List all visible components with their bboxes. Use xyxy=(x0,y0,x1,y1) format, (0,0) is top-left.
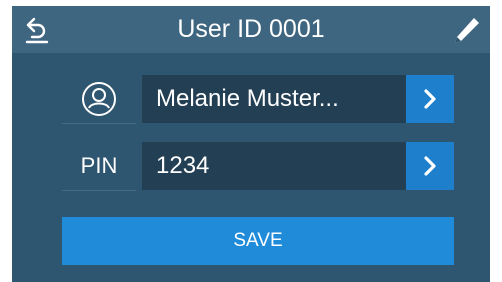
undo-arrow-icon xyxy=(25,17,49,44)
back-button[interactable] xyxy=(22,15,52,45)
pin-field[interactable]: 1234 xyxy=(142,142,406,190)
pencil-icon xyxy=(455,18,479,43)
chevron-right-icon xyxy=(424,156,436,176)
edit-button[interactable] xyxy=(449,14,483,48)
chevron-right-icon xyxy=(424,89,436,109)
user-profile-label xyxy=(62,75,136,124)
edit-name-button[interactable] xyxy=(406,75,454,123)
user-edit-screen: User ID 0001 Melanie Muster... PIN 1234 … xyxy=(12,6,490,282)
edit-pin-button[interactable] xyxy=(406,142,454,190)
user-profile-icon xyxy=(82,82,116,116)
pin-label: PIN xyxy=(62,142,136,191)
header-bar: User ID 0001 xyxy=(12,6,490,53)
page-title: User ID 0001 xyxy=(177,15,325,43)
save-button[interactable]: SAVE xyxy=(62,217,454,265)
user-name-field[interactable]: Melanie Muster... xyxy=(142,75,406,123)
